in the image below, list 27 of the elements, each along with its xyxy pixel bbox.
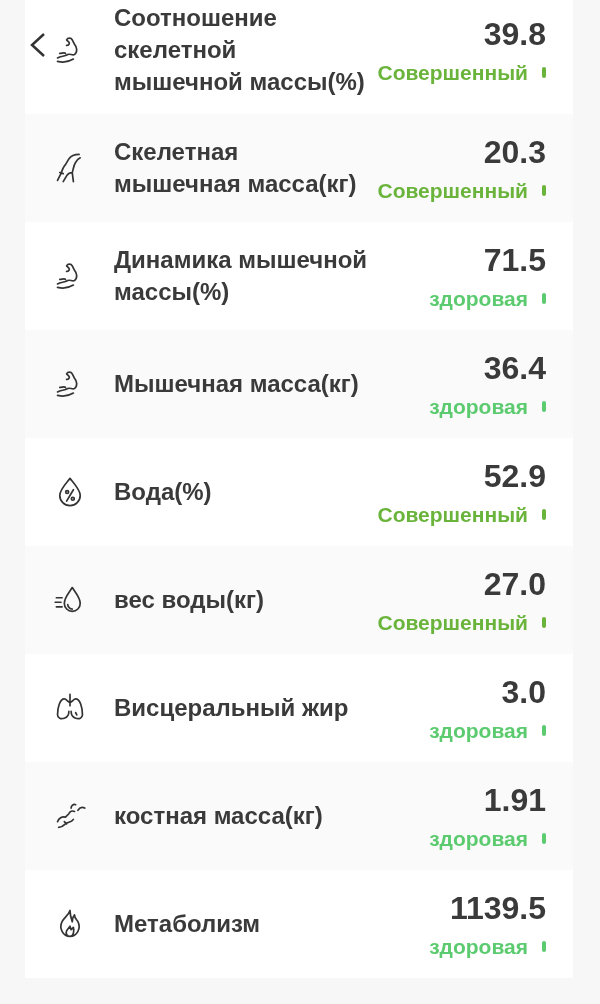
metric-label: Висцеральный жир (114, 693, 350, 723)
metric-value: 36.4 (483, 349, 546, 387)
metric-value: 71.5 (483, 241, 546, 279)
metric-value: 27.0 (483, 565, 546, 603)
metric-label: Мышечная масса(кг) (114, 369, 360, 399)
metric-value: 39.8 (483, 15, 546, 53)
metric-label: Динамика мышечной массы(%) (114, 245, 369, 307)
metric-value: 1139.5 (449, 889, 546, 927)
metric-label: Метаболизм (114, 909, 262, 939)
metric-label: вес воды(кг) (114, 585, 265, 615)
metric-value: 3.0 (501, 673, 546, 711)
status-label: здоровая (429, 826, 528, 851)
metric-label: костная масса(кг) (114, 801, 324, 831)
metric-label: Скелетная мышечная масса(кг) (114, 137, 358, 199)
metric-value: 20.3 (483, 133, 546, 171)
metric-value: 52.9 (483, 457, 546, 495)
metric-label: Вода(%) (114, 477, 213, 507)
status-label: здоровая (429, 934, 528, 959)
status-label: Совершенный (377, 502, 528, 527)
status-label: Совершенный (377, 60, 528, 85)
metric-value: 1.91 (483, 781, 546, 819)
status-label: Совершенный (377, 178, 528, 203)
metric-label: Соотношение скелетной мышечной массы(%) (114, 3, 366, 97)
status-label: Совершенный (377, 610, 528, 635)
status-label: здоровая (429, 718, 528, 743)
status-label: здоровая (429, 394, 528, 419)
status-label: здоровая (429, 286, 528, 311)
